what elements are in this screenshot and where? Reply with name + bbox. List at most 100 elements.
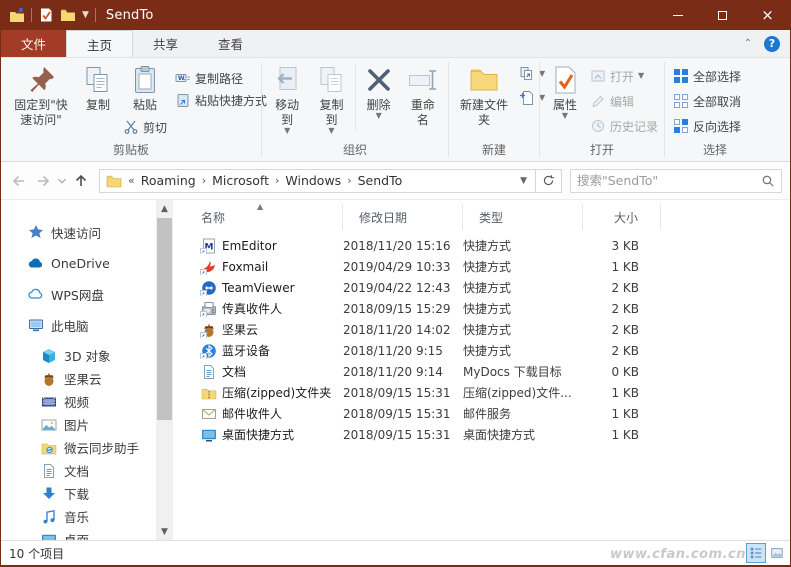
qat-customize-chevron-icon[interactable]: ▼ — [82, 10, 89, 20]
collapse-ribbon-icon[interactable]: ⌃ — [744, 38, 752, 49]
breadcrumb-chevron-icon[interactable]: › — [273, 174, 281, 187]
properties-icon[interactable] — [38, 7, 54, 23]
shortcut-arrow-icon — [200, 353, 207, 360]
delete-button[interactable]: 删除▼ — [358, 61, 400, 122]
folder-up-icon[interactable] — [9, 7, 25, 23]
search-box[interactable] — [570, 169, 782, 193]
file-row[interactable]: 传真收件人2018/09/15 15:29快捷方式2 KB — [185, 298, 790, 319]
address-bar[interactable]: «Roaming›Microsoft›Windows›SendTo ▼ — [99, 169, 536, 193]
file-row[interactable]: MEmEditor2018/11/20 15:16快捷方式3 KB — [185, 235, 790, 256]
breadcrumb-chevron-icon[interactable]: › — [200, 174, 208, 187]
tab-share[interactable]: 共享 — [133, 30, 198, 57]
file-name: 蓝牙设备 — [222, 342, 270, 359]
sidebar-item-cube[interactable]: 3D 对象 — [1, 344, 156, 367]
breadcrumb-item[interactable]: Windows — [281, 173, 345, 188]
thumbnails-view-button[interactable] — [768, 544, 786, 562]
file-row[interactable]: TeamViewer2019/04/22 12:43快捷方式2 KB — [185, 277, 790, 298]
copy-button[interactable]: 复制 — [77, 61, 119, 116]
sidebar-item-label: 此电脑 — [51, 316, 89, 335]
file-row[interactable]: 坚果云2018/11/20 14:02快捷方式2 KB — [185, 319, 790, 340]
sidebar-item-acorn[interactable]: 坚果云 — [1, 367, 156, 390]
paste-button[interactable]: 粘贴 — [119, 61, 171, 116]
sidebar-scrollbar[interactable]: ▲ ▼ — [156, 200, 173, 540]
select-all-button[interactable]: 全部选择 — [669, 65, 745, 87]
tab-home[interactable]: 主页 — [66, 30, 133, 57]
sidebar-item-label: 文档 — [64, 461, 89, 480]
file-date: 2018/11/20 15:16 — [343, 239, 463, 253]
breadcrumb-collapse-chevron[interactable]: « — [126, 174, 137, 187]
file-row[interactable]: 蓝牙设备2018/11/20 9:15快捷方式2 KB — [185, 340, 790, 361]
recent-locations-chevron-icon[interactable] — [55, 169, 69, 193]
column-header-name[interactable]: 名称 — [185, 204, 343, 230]
forward-icon[interactable] — [31, 169, 55, 193]
column-header-size[interactable]: 大小 — [583, 204, 661, 230]
sidebar-item-star[interactable]: 快速访问 — [1, 220, 156, 244]
sidebar-item-music[interactable]: 音乐 — [1, 505, 156, 528]
new-folder-icon[interactable] — [60, 7, 76, 23]
window-title: SendTo — [106, 8, 154, 23]
tab-view[interactable]: 查看 — [198, 30, 263, 57]
easy-access-icon — [519, 66, 535, 82]
breadcrumb-item[interactable]: Roaming — [137, 173, 200, 188]
scroll-down-icon[interactable]: ▼ — [156, 523, 173, 540]
refresh-button[interactable] — [536, 169, 562, 193]
sidebar-item-picture[interactable]: 图片 — [1, 413, 156, 436]
copy-to-button[interactable]: 复制到▼ — [310, 61, 352, 137]
sidebar-item-download[interactable]: 下载 — [1, 482, 156, 505]
shortcut-arrow-icon — [200, 269, 207, 275]
history-button[interactable]: 历史记录 — [586, 115, 662, 137]
move-to-button[interactable]: 移动到▼ — [266, 61, 308, 137]
file-row[interactable]: 邮件收件人2018/09/15 15:31邮件服务1 KB — [185, 403, 790, 424]
breadcrumb-chevron-icon[interactable]: › — [345, 174, 353, 187]
shortcut-arrow-icon — [200, 248, 207, 254]
new-folder-button[interactable]: 新建文件夹 — [453, 61, 515, 131]
file-row[interactable]: 压缩(zipped)文件夹2018/09/15 15:31压缩(zipped)文… — [185, 382, 790, 403]
file-row[interactable]: Foxmail2019/04/29 10:33快捷方式1 KB — [185, 256, 790, 277]
pushpin-icon — [25, 64, 57, 96]
properties-button[interactable]: 属性▼ — [544, 61, 586, 122]
file-name: 桌面快捷方式 — [222, 426, 294, 443]
maximize-button[interactable] — [700, 0, 745, 30]
file-name: EmEditor — [222, 239, 277, 253]
paste-shortcut-button[interactable]: 粘贴快捷方式 — [171, 89, 271, 111]
sidebar-item-folder-sync[interactable]: 微云同步助手 — [1, 436, 156, 459]
file-type: 邮件服务 — [463, 405, 583, 422]
close-button[interactable]: × — [745, 0, 790, 30]
column-header-date[interactable]: 修改日期 — [343, 204, 463, 230]
tab-file[interactable]: 文件 — [1, 30, 66, 57]
rename-button[interactable]: 重命名 — [402, 61, 444, 131]
scrollbar-thumb[interactable] — [157, 218, 172, 420]
sidebar-item-cloud-outline[interactable]: WPS网盘 — [1, 282, 156, 306]
group-label-organize: 组织 — [262, 140, 448, 161]
address-dropdown-chevron-icon[interactable]: ▼ — [516, 176, 531, 186]
help-icon[interactable]: ? — [764, 36, 780, 52]
back-icon[interactable] — [7, 169, 31, 193]
invert-selection-button[interactable]: 反向选择 — [669, 115, 745, 137]
file-row[interactable]: 桌面快捷方式2018/09/15 15:31桌面快捷方式1 KB — [185, 424, 790, 445]
file-row[interactable]: 文档2018/11/20 9:14MyDocs 下载目标0 KB — [185, 361, 790, 382]
shortcut-arrow-icon — [200, 332, 207, 339]
search-icon[interactable] — [761, 174, 775, 188]
sidebar-item-desktop[interactable]: 桌面 — [1, 528, 156, 540]
select-none-button[interactable]: 全部取消 — [669, 90, 745, 112]
copy-path-button[interactable]: W 复制路径 — [171, 67, 271, 89]
search-input[interactable] — [577, 173, 761, 188]
minimize-button[interactable] — [655, 0, 700, 30]
sidebar-item-pc[interactable]: 此电脑 — [1, 313, 156, 337]
breadcrumb-item[interactable]: SendTo — [354, 173, 407, 188]
open-button[interactable]: 打开▼ — [586, 65, 662, 87]
breadcrumb-item[interactable]: Microsoft — [208, 173, 273, 188]
sidebar-item-cloud-blue[interactable]: OneDrive — [1, 251, 156, 275]
up-icon[interactable] — [69, 169, 93, 193]
file-size: 1 KB — [583, 407, 661, 421]
watermark: www.cfan.com.cn — [610, 547, 746, 562]
column-header-type[interactable]: 类型 — [463, 204, 583, 230]
cut-button[interactable]: 剪切 — [119, 116, 171, 138]
sidebar-item-video[interactable]: 视频 — [1, 390, 156, 413]
details-view-button[interactable] — [747, 544, 765, 562]
edit-button[interactable]: 编辑 — [586, 90, 662, 112]
sidebar-item-doc[interactable]: 文档 — [1, 459, 156, 482]
group-select: 全部选择 全部取消 反向选择 选择 — [665, 58, 765, 161]
pin-to-quick-access-button[interactable]: 固定到"快速访问" — [5, 61, 77, 131]
scroll-up-icon[interactable]: ▲ — [156, 200, 173, 217]
